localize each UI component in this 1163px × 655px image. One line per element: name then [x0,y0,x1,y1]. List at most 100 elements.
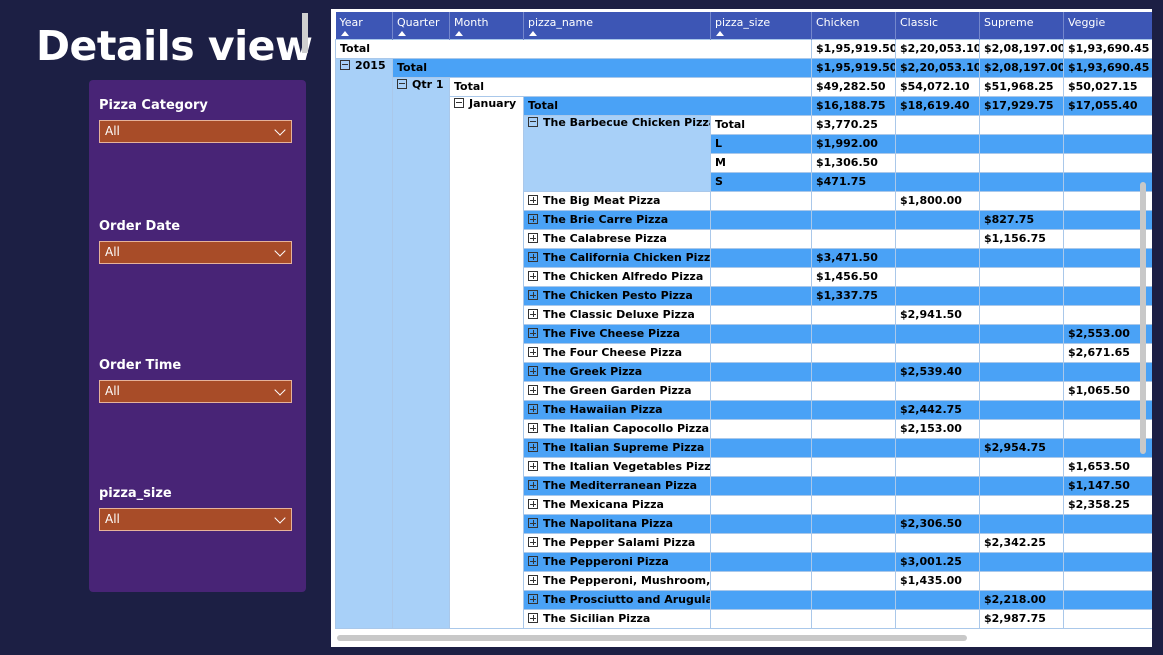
value-cell: $2,20,053.10 [895,38,980,59]
quarter-row-header[interactable]: Qtr 1 [392,76,450,629]
sort-arrow-icon[interactable] [529,30,537,36]
pizza-row-header[interactable]: The Italian Capocollo Pizza [523,418,711,439]
expand-icon[interactable] [528,518,538,528]
pizza-row-header[interactable]: The Chicken Pesto Pizza [523,285,711,306]
value-cell [1063,399,1152,420]
value-cell [979,456,1064,477]
column-header-pizza-name[interactable]: pizza_name [523,12,711,39]
order-date-slicer: Order Date All [99,219,292,264]
vertical-scrollbar[interactable] [1140,182,1146,454]
expand-icon[interactable] [528,366,538,376]
pizza-row-header[interactable]: The Napolitana Pizza [523,513,711,534]
pizza-row-header[interactable]: The Italian Vegetables Pizza [523,456,711,477]
pizza-row-header[interactable]: The Sicilian Pizza [523,608,711,629]
value-cell [895,589,980,610]
column-header-quarter[interactable]: Quarter [392,12,450,39]
pizza-row-header[interactable]: The Chicken Alfredo Pizza [523,266,711,287]
expand-icon[interactable] [528,328,538,338]
sort-arrow-icon[interactable] [716,30,724,36]
column-header-classic[interactable]: Classic [895,12,980,39]
collapse-icon[interactable] [340,59,350,70]
expand-icon[interactable] [528,613,538,623]
sort-arrow-icon[interactable] [398,30,406,36]
pizza-row-header[interactable]: The Pepperoni, Mushroom, and Peppers Piz… [523,570,711,591]
column-header-pizza-size[interactable]: pizza_size [710,12,812,39]
expand-icon[interactable] [528,309,538,319]
empty-size-cell [710,494,812,515]
expand-icon[interactable] [528,195,538,205]
expand-icon[interactable] [528,556,538,566]
column-header-chicken[interactable]: Chicken [811,12,896,39]
order-time-dropdown[interactable]: All [99,380,292,403]
pizza-row-header[interactable]: The Hawaiian Pizza [523,399,711,420]
expand-icon[interactable] [528,233,538,243]
empty-size-cell [710,190,812,211]
pizza-row-header[interactable]: The Mexicana Pizza [523,494,711,515]
pizza-row-header[interactable]: The Mediterranean Pizza [523,475,711,496]
expand-icon[interactable] [528,423,538,433]
column-header-veggie[interactable]: Veggie [1063,12,1152,39]
value-cell [811,342,896,363]
pizza-row-header[interactable]: The Brie Carre Pizza [523,209,711,230]
expand-icon[interactable] [528,214,538,224]
column-header-month[interactable]: Month [449,12,524,39]
pizza-row-header[interactable]: The Pepper Salami Pizza [523,532,711,553]
expand-icon[interactable] [528,499,538,509]
expand-icon[interactable] [528,537,538,547]
pizza-row-header[interactable]: The Prosciutto and Arugula Pizza [523,589,711,610]
expand-icon[interactable] [528,347,538,357]
value-cell [1063,171,1152,192]
pizza-category-dropdown[interactable]: All [99,120,292,143]
expand-icon[interactable] [528,442,538,452]
column-header-year[interactable]: Year [335,12,393,39]
month-row-header[interactable]: January [449,95,524,629]
collapse-icon[interactable] [528,116,538,127]
expand-icon[interactable] [528,575,538,585]
pizza-row-header[interactable]: The Big Meat Pizza [523,190,711,211]
value-cell: $1,800.00 [895,190,980,211]
header-row: Year Quarter Month pizza_name pizza_size… [335,12,1152,39]
column-header-supreme[interactable]: Supreme [979,12,1064,39]
expand-icon[interactable] [528,290,538,300]
pizza-row-header[interactable]: The Classic Deluxe Pizza [523,304,711,325]
expanded-pizza-row-header[interactable]: The Barbecue Chicken Pizza [523,114,711,192]
value-cell [811,608,896,629]
value-cell [1063,437,1152,458]
pizza-row-header[interactable]: The Calabrese Pizza [523,228,711,249]
horizontal-scrollbar[interactable] [337,635,967,641]
sort-arrow-icon[interactable] [340,30,349,36]
year-row-header[interactable]: 2015 [335,57,393,629]
value-cell: $1,065.50 [1063,380,1152,401]
value-cell [811,475,896,496]
expand-icon[interactable] [528,252,538,262]
expand-icon[interactable] [528,461,538,471]
value-cell [895,247,980,268]
expand-icon[interactable] [528,385,538,395]
empty-size-cell [710,532,812,553]
pizza-row-header[interactable]: The California Chicken Pizza [523,247,711,268]
pizza-row-header[interactable]: The Pepperoni Pizza [523,551,711,572]
pizza-row-header[interactable]: The Italian Supreme Pizza [523,437,711,458]
value-cell [1063,266,1152,287]
expand-icon[interactable] [528,480,538,490]
pizza-row-header[interactable]: The Green Garden Pizza [523,380,711,401]
collapse-icon[interactable] [454,97,464,108]
value-cell [895,266,980,287]
value-cell [895,114,980,135]
value-cell: $2,08,197.00 [979,57,1064,78]
sort-arrow-icon[interactable] [455,30,463,36]
expand-icon[interactable] [528,594,538,604]
pizza-size-dropdown[interactable]: All [99,508,292,531]
value-cell [811,456,896,477]
pizza-row-header[interactable]: The Greek Pizza [523,361,711,382]
collapse-icon[interactable] [397,78,407,89]
value-cell [895,475,980,496]
order-date-dropdown[interactable]: All [99,241,292,264]
pizza-row-header[interactable]: The Four Cheese Pizza [523,342,711,363]
expand-icon[interactable] [528,271,538,281]
value-cell [979,304,1064,325]
value-cell [1063,209,1152,230]
pizza-row-header[interactable]: The Five Cheese Pizza [523,323,711,344]
expand-icon[interactable] [528,404,538,414]
size-label: L [710,133,812,154]
